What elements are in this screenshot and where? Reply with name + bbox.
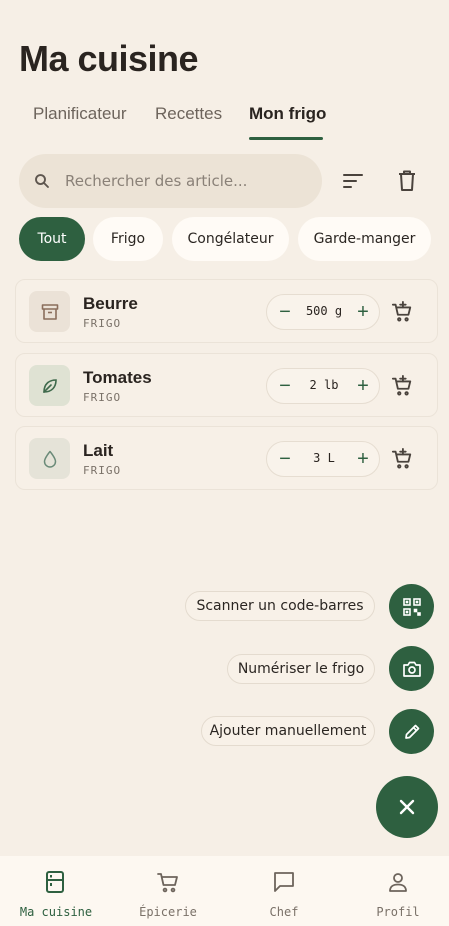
filter-chip-congelateur[interactable]: Congélateur (172, 217, 289, 261)
nav-chef[interactable]: Chef (228, 856, 340, 926)
item-thumbnail (29, 438, 70, 479)
item-location: FRIGO (83, 464, 122, 477)
chat-icon (274, 872, 294, 892)
tab-recettes[interactable]: Recettes (155, 104, 222, 124)
filter-chip-frigo[interactable]: Frigo (93, 217, 163, 261)
add-to-cart-button[interactable] (386, 439, 418, 479)
add-manually-label[interactable]: Ajouter manuellement (201, 716, 375, 746)
item-name: Beurre (83, 294, 138, 313)
drop-icon (43, 450, 56, 468)
qr-scan-icon (402, 597, 421, 616)
tab-mon-frigo[interactable]: Mon frigo (249, 104, 326, 124)
fridge-icon (46, 871, 64, 893)
list-item[interactable]: Tomates FRIGO − 2 lb + (15, 353, 438, 417)
quantity-stepper: − 3 L + (266, 441, 380, 477)
person-icon (389, 873, 407, 892)
increase-button[interactable]: + (347, 369, 379, 403)
scan-barcode-label[interactable]: Scanner un code-barres (185, 591, 375, 621)
scan-barcode-button[interactable] (389, 584, 434, 629)
filter-chip-garde-manger[interactable]: Garde-manger (298, 217, 431, 261)
add-manually-button[interactable] (389, 709, 434, 754)
scan-fridge-button[interactable] (389, 646, 434, 691)
item-name: Tomates (83, 368, 152, 387)
quantity-stepper: − 500 g + (266, 294, 380, 330)
filter-chip-tout[interactable]: Tout (19, 217, 85, 261)
nav-label: Épicerie (139, 905, 197, 919)
item-name: Lait (83, 441, 114, 460)
close-fab-button[interactable] (376, 776, 438, 838)
tab-active-indicator (249, 137, 323, 140)
list-item[interactable]: Lait FRIGO − 3 L + (15, 426, 438, 490)
sort-button[interactable] (333, 161, 373, 201)
cart-plus-icon (391, 448, 412, 469)
item-thumbnail (29, 291, 70, 332)
item-location: FRIGO (83, 391, 122, 404)
increase-button[interactable]: + (347, 295, 379, 329)
delete-button[interactable] (387, 161, 427, 201)
nav-label: Profil (376, 905, 420, 919)
bottom-nav: Ma cuisine Épicerie Chef Profil (0, 856, 449, 926)
nav-epicerie[interactable]: Épicerie (112, 856, 224, 926)
search-input[interactable] (65, 172, 285, 190)
search-bar[interactable] (19, 154, 322, 208)
quantity-value: 2 lb (309, 378, 339, 392)
nav-label: Ma cuisine (19, 905, 93, 919)
add-to-cart-button[interactable] (386, 366, 418, 406)
page-title: Ma cuisine (19, 38, 199, 79)
tab-bar: Planificateur Recettes Mon frigo (0, 100, 449, 140)
sort-icon (343, 174, 363, 188)
trash-icon (399, 170, 415, 191)
pencil-icon (404, 724, 419, 739)
quantity-value: 3 L (313, 451, 335, 465)
cart-plus-icon (391, 301, 412, 322)
leaf-icon (42, 378, 57, 393)
scan-fridge-label[interactable]: Numériser le frigo (227, 654, 375, 684)
camera-icon (402, 661, 421, 677)
nav-ma-cuisine[interactable]: Ma cuisine (0, 856, 112, 926)
nav-profil[interactable]: Profil (342, 856, 449, 926)
archive-box-icon (41, 303, 58, 320)
item-thumbnail (29, 365, 70, 406)
increase-button[interactable]: + (347, 442, 379, 476)
search-icon (35, 174, 49, 188)
nav-label: Chef (269, 905, 299, 919)
tab-planificateur[interactable]: Planificateur (33, 104, 127, 124)
close-icon (399, 799, 415, 815)
cart-icon (157, 873, 178, 893)
add-to-cart-button[interactable] (386, 292, 418, 332)
quantity-stepper: − 2 lb + (266, 368, 380, 404)
cart-plus-icon (391, 375, 412, 396)
list-item[interactable]: Beurre FRIGO − 500 g + (15, 279, 438, 343)
quantity-value: 500 g (305, 304, 343, 318)
item-location: FRIGO (83, 317, 122, 330)
